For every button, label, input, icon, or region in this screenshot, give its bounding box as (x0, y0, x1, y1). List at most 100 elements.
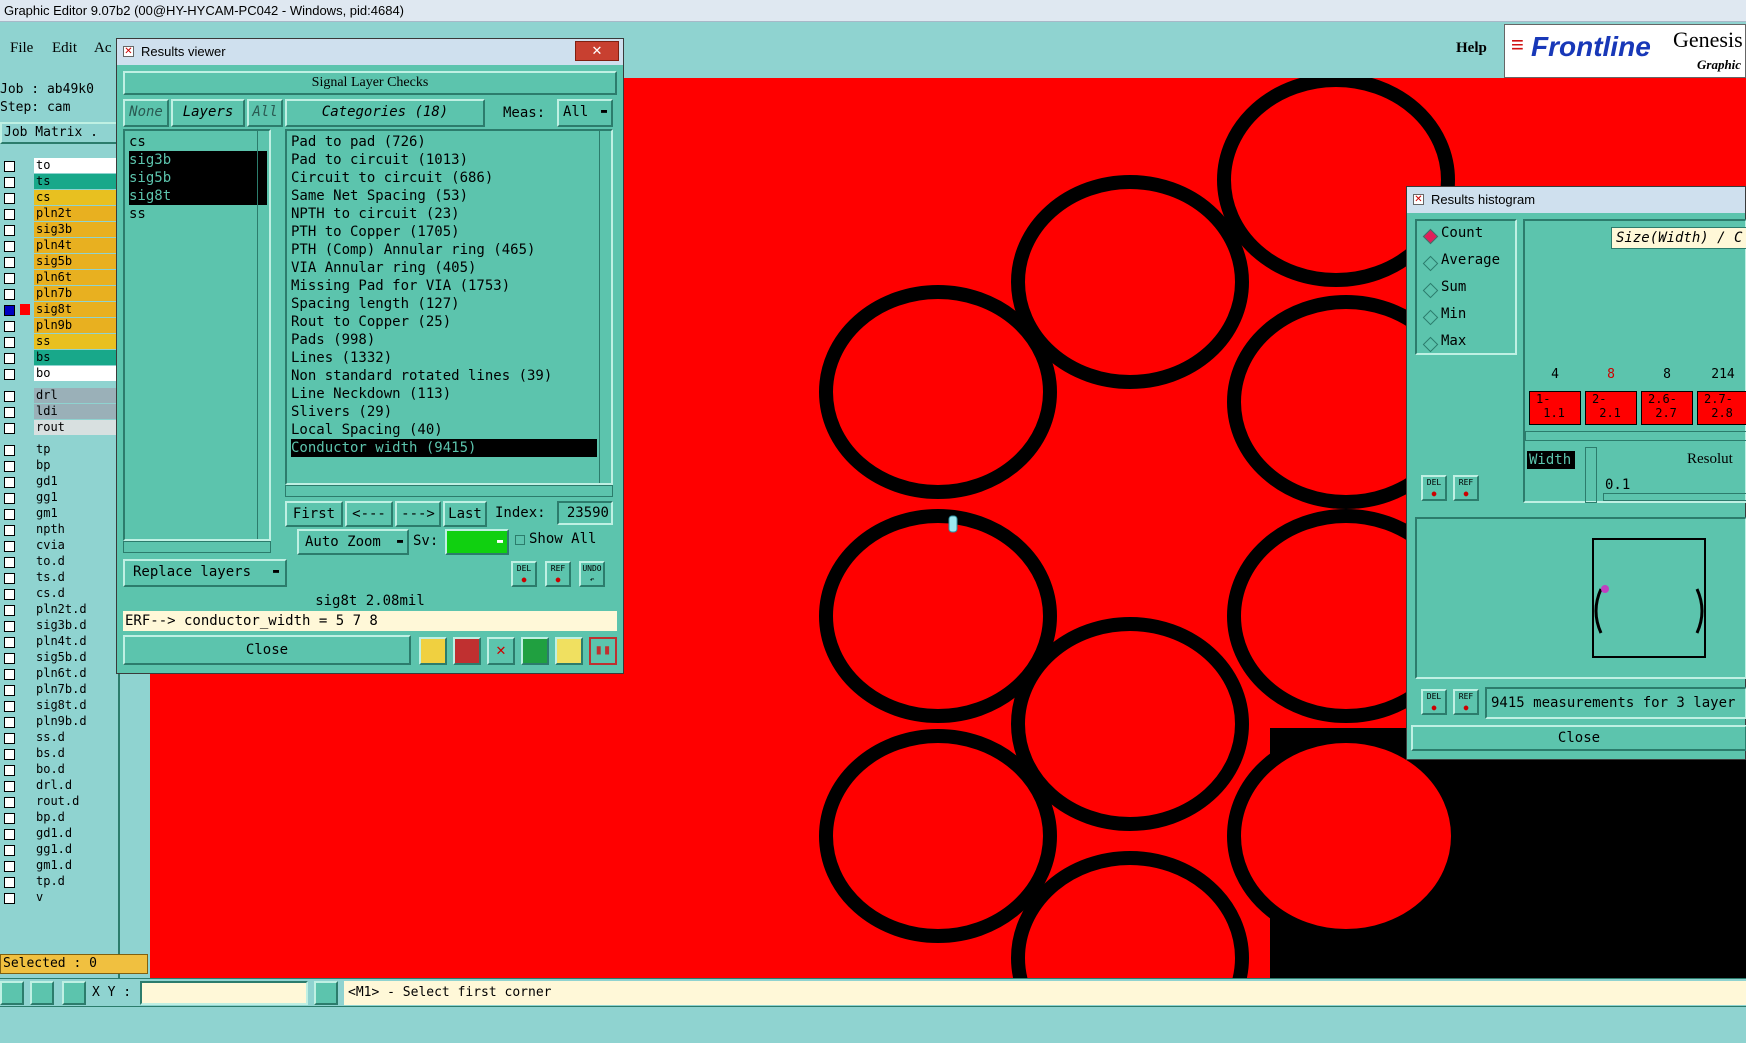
histogram-bar[interactable]: 2- 2.1 (1585, 391, 1637, 425)
prev-button[interactable]: <--- (345, 501, 393, 527)
layer-row[interactable]: pln2t.d (0, 602, 118, 618)
undo-icon[interactable]: UNDO ↶ (579, 561, 605, 587)
layer-row[interactable]: ss (0, 334, 118, 350)
layer-row[interactable]: ts (0, 174, 118, 190)
menu-help[interactable]: Help (1456, 40, 1487, 57)
layer-row[interactable]: rout (0, 420, 118, 436)
layer-checkbox[interactable] (4, 781, 15, 792)
layer-checkbox[interactable] (4, 637, 15, 648)
category-item[interactable]: Lines (1332) (291, 349, 597, 367)
category-item[interactable]: Pad to circuit (1013) (291, 151, 597, 169)
layer-checkbox[interactable] (4, 829, 15, 840)
layer-checkbox[interactable] (4, 257, 15, 268)
layer-checkbox[interactable] (4, 573, 15, 584)
layer-checkbox[interactable] (4, 423, 15, 434)
layer-checkbox[interactable] (4, 589, 15, 600)
layer-checkbox[interactable] (4, 461, 15, 472)
layer-select-item[interactable]: sig3b (129, 151, 267, 169)
categories-list[interactable]: Pad to pad (726) Pad to circuit (1013) Cir… (285, 129, 613, 485)
info-icon[interactable] (314, 981, 338, 1005)
resolution-slider[interactable] (1603, 493, 1746, 501)
layer-row[interactable]: to.d (0, 554, 118, 570)
categories-tab[interactable]: Categories (18) (285, 99, 485, 127)
layer-checkbox[interactable] (4, 493, 15, 504)
histogram-close-button[interactable]: Close (1411, 725, 1746, 751)
layer-checkbox[interactable] (4, 391, 15, 402)
layers-tab[interactable]: Layers (171, 99, 245, 127)
none-button[interactable]: None (123, 99, 169, 127)
last-button[interactable]: Last (443, 501, 487, 527)
layer-up-icon[interactable] (419, 637, 447, 665)
layer-select-item[interactable]: sig8t (129, 187, 267, 205)
histogram-bar[interactable]: 2.7- 2.8 (1697, 391, 1746, 425)
category-item[interactable]: Circuit to circuit (686) (291, 169, 597, 187)
layer-checkbox[interactable] (4, 353, 15, 364)
layer-row[interactable]: tp (0, 442, 118, 458)
layer-row[interactable]: gg1 (0, 490, 118, 506)
layer-checkbox[interactable] (4, 733, 15, 744)
layer-select-item[interactable]: sig5b (129, 169, 267, 187)
layer-checkbox[interactable] (4, 813, 15, 824)
histogram-icon[interactable]: ▮▮ (589, 637, 617, 665)
layer-row[interactable]: bo (0, 366, 118, 382)
layer-row[interactable]: sig8t.d (0, 698, 118, 714)
layer-checkbox[interactable] (4, 273, 15, 284)
layer-row[interactable]: pln9b (0, 318, 118, 334)
layer-row[interactable]: sig3b.d (0, 618, 118, 634)
layer-row[interactable]: npth (0, 522, 118, 538)
layer-row[interactable]: bs.d (0, 746, 118, 762)
first-button[interactable]: First (285, 501, 343, 527)
layer-checkbox[interactable] (4, 193, 15, 204)
layer-row[interactable]: sig8t (0, 302, 118, 318)
layer-checkbox[interactable] (4, 557, 15, 568)
mode-option-label[interactable]: Average (1441, 252, 1500, 268)
histogram-bar[interactable]: 1- 1.1 (1529, 391, 1581, 425)
layer-row[interactable]: drl.d (0, 778, 118, 794)
del-icon[interactable]: DEL ● (1421, 475, 1447, 501)
meas-dropdown[interactable]: All ▬ (557, 99, 613, 127)
ref-icon[interactable]: REF ● (1453, 689, 1479, 715)
close-icon[interactable]: ✕ (575, 41, 619, 61)
categories-hscroll[interactable] (285, 485, 613, 497)
menu-file[interactable]: File (10, 40, 33, 57)
layer-checkbox[interactable] (4, 321, 15, 332)
radio-icon[interactable] (1422, 255, 1439, 272)
filter-icon[interactable]: ✕ (487, 637, 515, 665)
category-item[interactable]: Local Spacing (40) (291, 421, 597, 439)
layer-row[interactable]: tp.d (0, 874, 118, 890)
notes-icon[interactable] (555, 637, 583, 665)
severity-dropdown[interactable]: ▬ (445, 529, 509, 555)
layer-checkbox[interactable] (4, 241, 15, 252)
category-item[interactable]: Conductor width (9415) (291, 439, 597, 457)
layer-checkbox[interactable] (4, 209, 15, 220)
next-button[interactable]: ---> (395, 501, 441, 527)
layer-checkbox[interactable] (4, 861, 15, 872)
layer-checkbox[interactable] (4, 653, 15, 664)
layer-row[interactable]: bo.d (0, 762, 118, 778)
layer-checkbox[interactable] (4, 893, 15, 904)
histogram-hscroll[interactable] (1525, 431, 1746, 441)
layer-row[interactable]: ts.d (0, 570, 118, 586)
layer-checkbox[interactable] (4, 877, 15, 888)
layer-row[interactable]: pln6t.d (0, 666, 118, 682)
layer-checkbox[interactable] (4, 161, 15, 172)
layer-checkbox[interactable] (4, 337, 15, 348)
layer-checkbox[interactable] (4, 701, 15, 712)
radio-icon[interactable] (1422, 336, 1439, 353)
layer-checkbox[interactable] (4, 445, 15, 456)
layer-row[interactable]: gd1.d (0, 826, 118, 842)
layer-row[interactable]: rout.d (0, 794, 118, 810)
layer-checkbox[interactable] (4, 541, 15, 552)
mode-option-label[interactable]: Count (1441, 225, 1483, 241)
close-button[interactable]: Close (123, 635, 411, 665)
category-item[interactable]: Line Neckdown (113) (291, 385, 597, 403)
auto-zoom-dropdown[interactable]: Auto Zoom ▬ (297, 529, 409, 555)
layer-row[interactable]: sig5b (0, 254, 118, 270)
index-input[interactable]: 23590 (557, 501, 613, 525)
layer-row[interactable]: pln7b (0, 286, 118, 302)
category-item[interactable]: VIA Annular ring (405) (291, 259, 597, 277)
layer-list-scrollbar[interactable] (257, 131, 269, 539)
snap-icon[interactable] (0, 981, 24, 1005)
categories-scrollbar[interactable] (599, 131, 611, 483)
category-item[interactable]: Pad to pad (726) (291, 133, 597, 151)
